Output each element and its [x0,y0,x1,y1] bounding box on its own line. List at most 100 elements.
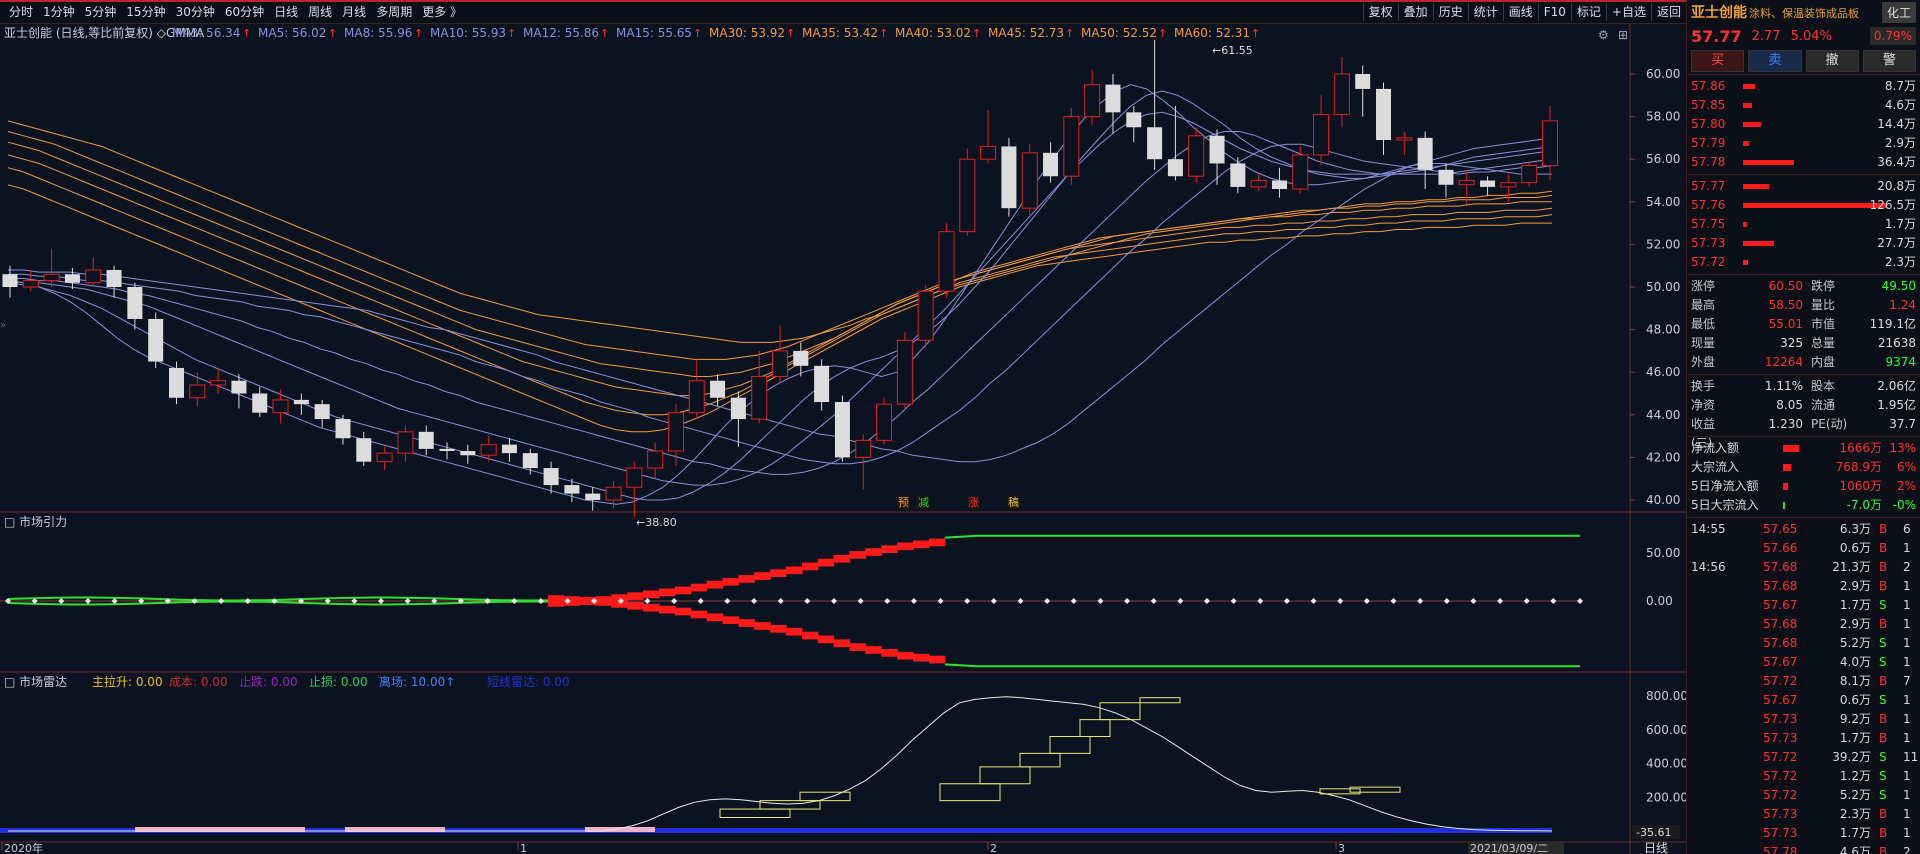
tool-button[interactable]: F10 [1537,3,1571,21]
tick-volume: 1.7万 [1839,731,1871,745]
ask-price: 57.85 [1691,98,1726,112]
tick-volume: 1.7万 [1839,826,1871,840]
tick-price: 57.66 [1763,541,1798,555]
candle-body [189,384,206,399]
period-tab[interactable]: 30分钟 [171,4,220,20]
stat-row: 最高 58.50 量比 1.24 [1687,296,1920,315]
fund-flow-label: 大宗流入 [1691,460,1740,474]
period-tab[interactable]: 15分钟 [121,4,170,20]
chart-area[interactable]: 亚士创能 (日线,等比前复权) ◇GMMA MA3: 56.34 ↑ MA5: 56.… [0,24,1688,854]
pull-upper-block [674,586,692,595]
candle-body [460,451,476,456]
event-label[interactable]: 稿 [1008,495,1019,509]
period-tab[interactable]: 1分钟 [38,4,80,20]
period-tab[interactable]: 月线 [337,4,371,20]
stock-sector[interactable]: 涂料、保温装饰成品板 [1749,7,1859,20]
tick-count: 6 [1903,522,1911,536]
period-tab[interactable]: 日线 [269,4,303,20]
period-tab[interactable]: 更多 》 [417,4,467,20]
y-tick-label: 46.00 [1646,365,1680,379]
candle-body [210,380,227,386]
turnover-badge: 0.79% [1869,27,1916,45]
pull-lower-block [928,655,946,664]
candle-body [1209,135,1225,164]
alert-button[interactable]: 警 [1862,50,1916,72]
up-arrow-icon: ↑ [507,27,516,40]
up-arrow-icon: ↑ [600,27,609,40]
event-label[interactable]: 预 [898,496,909,509]
pull-upper-block [928,538,946,547]
pull-upper-block [865,548,882,556]
candle-body [793,350,809,366]
candle-body [1500,182,1517,188]
tool-button[interactable]: 复权 [1362,3,1398,21]
stat-row: 最低 55.01 市值 119.1亿 [1687,315,1920,334]
settings-icon[interactable]: ⚙ [1598,28,1609,42]
bid-row[interactable]: 57.72 2.3万 [1687,253,1920,272]
pull-lower-block [706,613,724,622]
period-tab[interactable]: 60分钟 [220,4,269,20]
expand-icon[interactable]: ⊞ [1618,28,1628,42]
tool-button[interactable]: 叠加 [1397,3,1433,21]
cancel-button[interactable]: 撤 [1805,50,1859,72]
candle-body [730,397,746,420]
event-label[interactable]: 减 [918,496,929,509]
pull-lower-block [817,635,835,644]
tool-button[interactable]: 标记 [1570,3,1606,21]
candle-body [501,444,517,454]
ask-volume: 8.7万 [1884,79,1916,93]
tool-button[interactable]: 返回 [1650,3,1686,21]
candle-body [938,231,955,292]
candle-body [1084,84,1101,118]
candle-body [896,339,913,405]
period-tab[interactable]: 分时 [4,4,38,20]
tool-button[interactable]: 统计 [1467,3,1503,21]
app-window: 分时 1分钟 5分钟 15分钟 30分钟 60分钟 日线 周线 月线 多周期 更多 》 复权 叠加 历史… [0,0,1920,854]
sell-button[interactable]: 卖 [1748,50,1802,72]
bid-row[interactable]: 57.77 20.8万 [1687,177,1920,196]
y-tick-label: 40.00 [1646,493,1680,507]
stat-label: 最高 [1691,298,1716,312]
period-tab[interactable]: 多周期 [371,4,417,20]
tool-button[interactable]: +自选 [1605,3,1651,21]
ma-value-label: MA30: 53.92 [709,26,785,40]
price-change: 2.77 [1751,28,1781,44]
candle-body [85,269,102,284]
buy-button[interactable]: 买 [1691,50,1745,72]
tick-count: 1 [1903,807,1911,821]
ma-value-label: MA3: 56.34 [172,26,240,40]
tick-count: 2 [1903,560,1911,574]
period-tab[interactable]: 5分钟 [80,4,122,20]
candle-body [1313,113,1330,156]
tick-list[interactable]: 14:55 57.65 6.3万 B 6 57.66 0.6万 B 1 14:56 57.68 21.… [1687,520,1920,854]
bid-volume-bar [1743,260,1749,265]
tool-button[interactable]: 历史 [1432,3,1468,21]
bid-row[interactable]: 57.73 27.7万 [1687,234,1920,253]
industry-tag[interactable]: 化工 [1881,1,1916,23]
ask-row[interactable]: 57.86 8.7万 [1687,77,1920,96]
pull-upper-block [659,588,676,597]
candle-body [876,403,893,441]
tick-count: 1 [1903,731,1911,745]
bottom-period-tab[interactable]: 日线 [1644,841,1668,854]
tool-button[interactable]: 画线 [1502,3,1538,21]
tick-side: B [1879,560,1888,574]
fund-flow-bar [1783,464,1791,471]
ask-price: 57.79 [1691,136,1726,150]
tick-count: 1 [1903,598,1911,612]
ask-row[interactable]: 57.78 36.4万 [1687,153,1920,172]
bid-row[interactable]: 57.76 126.5万 [1687,196,1920,215]
ask-row[interactable]: 57.79 2.9万 [1687,134,1920,153]
stat-label: 股本 [1811,379,1836,393]
period-tab[interactable]: 周线 [303,4,337,20]
scroll-left-icon[interactable]: » [0,320,6,331]
bid-row[interactable]: 57.75 1.7万 [1687,215,1920,234]
stat-value: 60.50 [1768,279,1803,293]
pull-lower-block [865,646,882,654]
candle-body [855,439,872,458]
event-label[interactable]: 涨 [968,496,979,509]
ask-row[interactable]: 57.80 14.4万 [1687,115,1920,134]
y-tick-label: 42.00 [1646,450,1680,464]
ask-row[interactable]: 57.85 4.6万 [1687,96,1920,115]
tick-side: S [1879,693,1887,707]
